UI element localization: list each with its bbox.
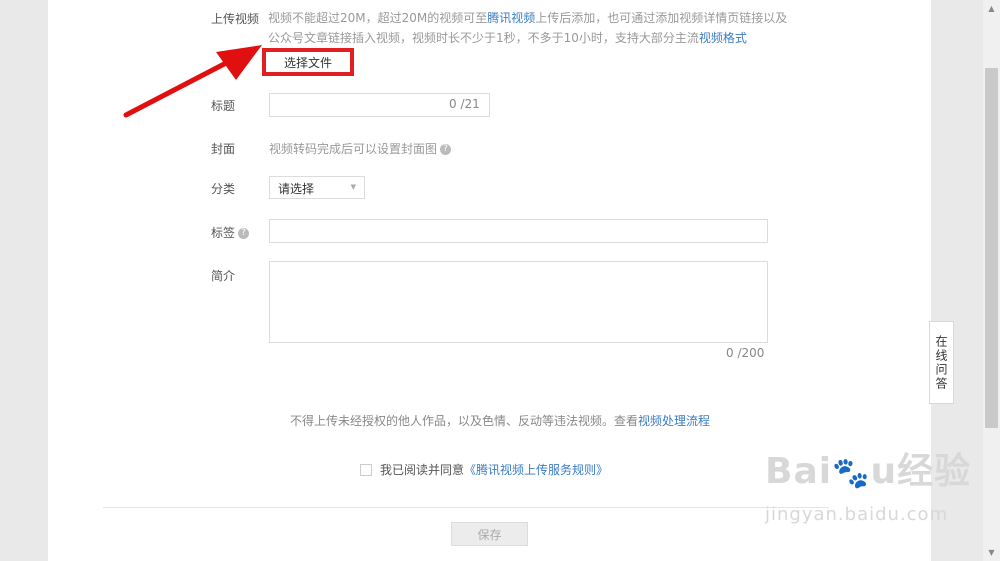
intro-textarea[interactable] [269, 261, 768, 343]
title-char-counter: 0 /21 [449, 97, 480, 111]
caret-down-icon: ▼ [350, 183, 356, 191]
footer-divider [103, 507, 829, 508]
category-label: 分类 [211, 182, 236, 196]
video-processing-link[interactable]: 视频处理流程 [638, 414, 710, 428]
category-select[interactable]: 请选择 ▼ [269, 176, 365, 199]
category-selected-value: 请选择 [278, 182, 315, 196]
save-button[interactable]: 保存 [451, 522, 528, 546]
video-format-link[interactable]: 视频格式 [699, 31, 747, 45]
question-circle-icon[interactable]: ? [238, 228, 250, 239]
watermark-url: jingyan.baidu.com [765, 504, 949, 525]
scroll-down-icon[interactable]: ▼ [983, 544, 1000, 561]
intro-char-counter: 0 /200 [726, 346, 765, 360]
agreement-checkbox[interactable] [360, 463, 372, 476]
baidu-jingyan-watermark: Bai🐾u经验 jingyan.baidu.com [765, 451, 972, 526]
scroll-thumb[interactable] [985, 68, 998, 428]
tags-input[interactable] [269, 219, 768, 243]
cover-hint: 视频转码完成后可以设置封面图? [269, 140, 452, 157]
title-label: 标题 [211, 99, 236, 113]
online-qa-button[interactable]: 在线问答 [929, 321, 954, 404]
service-rules-link[interactable]: 《腾讯视频上传服务规则》 [464, 461, 608, 478]
vertical-scrollbar[interactable]: ▲ ▼ [983, 0, 1000, 561]
choose-file-button[interactable]: 选择文件 [262, 48, 354, 76]
intro-label: 简介 [211, 269, 236, 283]
watermark-logo: Bai🐾u经验 [765, 451, 972, 492]
cover-label: 封面 [211, 142, 236, 156]
agreement-text: 我已阅读并同意 [380, 463, 465, 477]
upload-video-label: 上传视频 [211, 12, 260, 26]
tags-label: 标签? [211, 224, 250, 241]
tencent-video-link[interactable]: 腾讯视频 [487, 11, 535, 25]
scroll-up-icon[interactable]: ▲ [983, 0, 1000, 17]
upload-notice: 不得上传未经授权的他人作品，以及色情、反动等违法视频。查看视频处理流程 [289, 414, 711, 428]
upload-help-text: 视频不能超过20M，超过20M的视频可至腾讯视频上传后添加，也可通过添加视频详情… [268, 11, 788, 45]
question-circle-icon[interactable]: ? [440, 144, 452, 155]
agreement-row: 我已阅读并同意 《腾讯视频上传服务规则》 [360, 461, 608, 478]
